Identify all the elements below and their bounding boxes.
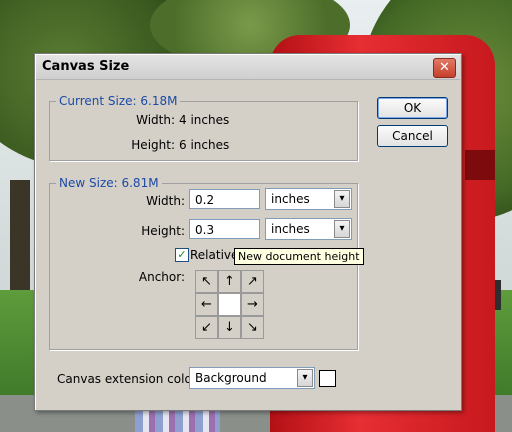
canvas-size-dialog: Canvas Size ✕ Current Size: 6.18M Width:… bbox=[34, 53, 462, 411]
width-unit-value: inches bbox=[271, 192, 310, 206]
check-icon: ✓ bbox=[177, 248, 187, 261]
chevron-down-icon[interactable]: ▾ bbox=[334, 190, 350, 208]
ok-button[interactable]: OK bbox=[377, 97, 448, 119]
arrow-down-icon: ↓ bbox=[224, 320, 235, 335]
arrow-up-left-icon: ↖ bbox=[201, 274, 212, 289]
anchor-label: Anchor: bbox=[138, 270, 185, 284]
title-bar[interactable]: Canvas Size ✕ bbox=[36, 55, 460, 80]
anchor-top-right[interactable]: ↗ bbox=[241, 270, 264, 293]
extension-color-swatch[interactable] bbox=[319, 370, 336, 387]
arrow-down-right-icon: ↘ bbox=[247, 320, 258, 335]
anchor-grid: ↖ ↑ ↗ ← → ↙ ↓ ↘ bbox=[195, 270, 264, 339]
height-unit-value: inches bbox=[271, 222, 310, 236]
tooltip-text: New document height bbox=[238, 250, 360, 263]
width-unit-select[interactable]: inches ▾ bbox=[265, 188, 352, 210]
anchor-bottom[interactable]: ↓ bbox=[218, 316, 241, 339]
arrow-up-right-icon: ↗ bbox=[247, 274, 258, 289]
new-width-label: Width: bbox=[146, 194, 185, 208]
anchor-center[interactable] bbox=[218, 293, 241, 316]
anchor-top[interactable]: ↑ bbox=[218, 270, 241, 293]
anchor-bottom-right[interactable]: ↘ bbox=[241, 316, 264, 339]
anchor-left[interactable]: ← bbox=[195, 293, 218, 316]
relative-checkbox[interactable]: ✓ bbox=[175, 248, 189, 262]
current-width-value: 4 inches bbox=[179, 113, 230, 127]
relative-label[interactable]: Relative bbox=[190, 248, 238, 262]
width-input-value: 0.2 bbox=[195, 193, 215, 207]
anchor-top-left[interactable]: ↖ bbox=[195, 270, 218, 293]
extension-color-select[interactable]: Background ▾ bbox=[189, 367, 315, 389]
chevron-down-icon[interactable]: ▾ bbox=[334, 220, 350, 238]
close-button[interactable]: ✕ bbox=[433, 58, 456, 78]
chevron-down-icon[interactable]: ▾ bbox=[297, 369, 313, 387]
tooltip: New document height bbox=[234, 248, 364, 265]
cancel-button[interactable]: Cancel bbox=[377, 125, 448, 147]
dialog-title: Canvas Size bbox=[42, 59, 130, 74]
anchor-bottom-left[interactable]: ↙ bbox=[195, 316, 218, 339]
height-input-value: 0.3 bbox=[195, 223, 215, 237]
extension-color-value: Background bbox=[195, 371, 267, 385]
arrow-left-icon: ← bbox=[201, 297, 212, 312]
height-input[interactable]: 0.3 bbox=[189, 219, 260, 239]
current-size-legend: Current Size: 6.18M bbox=[59, 94, 178, 108]
anchor-right[interactable]: → bbox=[241, 293, 264, 316]
current-height-label: Height: bbox=[131, 138, 175, 152]
arrow-up-icon: ↑ bbox=[224, 274, 235, 289]
cancel-button-label: Cancel bbox=[392, 129, 433, 143]
new-size-legend: New Size: 6.81M bbox=[59, 176, 159, 190]
new-height-label: Height: bbox=[141, 224, 185, 238]
extension-color-label: Canvas extension color: bbox=[57, 372, 201, 386]
height-unit-select[interactable]: inches ▾ bbox=[265, 218, 352, 240]
current-height-value: 6 inches bbox=[179, 138, 230, 152]
close-icon: ✕ bbox=[439, 60, 450, 75]
arrow-down-left-icon: ↙ bbox=[201, 320, 212, 335]
current-width-label: Width: bbox=[136, 113, 175, 127]
ok-button-label: OK bbox=[403, 101, 422, 115]
width-input[interactable]: 0.2 bbox=[189, 189, 260, 209]
arrow-right-icon: → bbox=[247, 297, 258, 312]
